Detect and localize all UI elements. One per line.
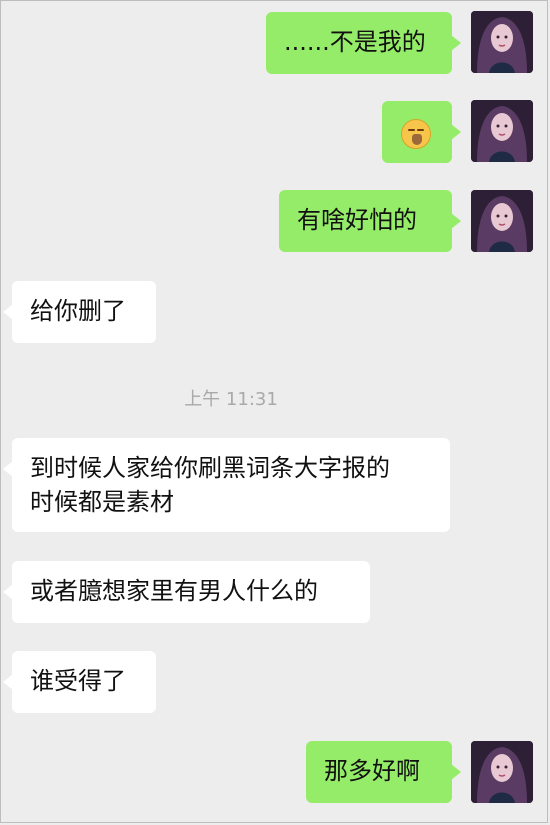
- speechless-face-icon: [401, 119, 431, 149]
- girl-avatar-icon: [471, 190, 533, 252]
- message-text: 或者臆想家里有男人什么的: [30, 577, 318, 605]
- chat-window: ......不是我的 有啥好怕的 给你删了 上午 11:31 到时候人家给你刷黑…: [0, 0, 548, 823]
- message-text-line: 时候都是素材: [30, 488, 174, 516]
- message-text-line: 到时候人家给你刷黑词条大字报的: [30, 454, 390, 482]
- sender-avatar[interactable]: [471, 741, 533, 803]
- outgoing-emoji-bubble[interactable]: [382, 101, 461, 163]
- girl-avatar-icon: [471, 100, 533, 162]
- message-text: 给你删了: [30, 297, 126, 325]
- outgoing-message-bubble[interactable]: ......不是我的: [266, 12, 461, 74]
- girl-avatar-icon: [471, 741, 533, 803]
- sender-avatar[interactable]: [471, 190, 533, 252]
- sender-avatar[interactable]: [471, 11, 533, 73]
- outgoing-message-bubble[interactable]: 有啥好怕的: [279, 190, 461, 252]
- incoming-message-bubble[interactable]: 到时候人家给你刷黑词条大字报的 时候都是素材: [3, 438, 450, 532]
- girl-avatar-icon: [471, 11, 533, 73]
- message-text: 谁受得了: [30, 667, 126, 695]
- incoming-message-bubble[interactable]: 谁受得了: [3, 651, 156, 713]
- outgoing-message-bubble[interactable]: 那多好啊: [306, 741, 461, 803]
- incoming-message-bubble[interactable]: 给你删了: [3, 281, 156, 343]
- message-text: 有啥好怕的: [297, 206, 417, 234]
- incoming-message-bubble[interactable]: 或者臆想家里有男人什么的: [3, 561, 370, 623]
- sender-avatar[interactable]: [471, 100, 533, 162]
- message-text: 那多好啊: [324, 757, 420, 785]
- message-timestamp: 上午 11:31: [184, 389, 278, 410]
- message-text: ......不是我的: [284, 28, 426, 56]
